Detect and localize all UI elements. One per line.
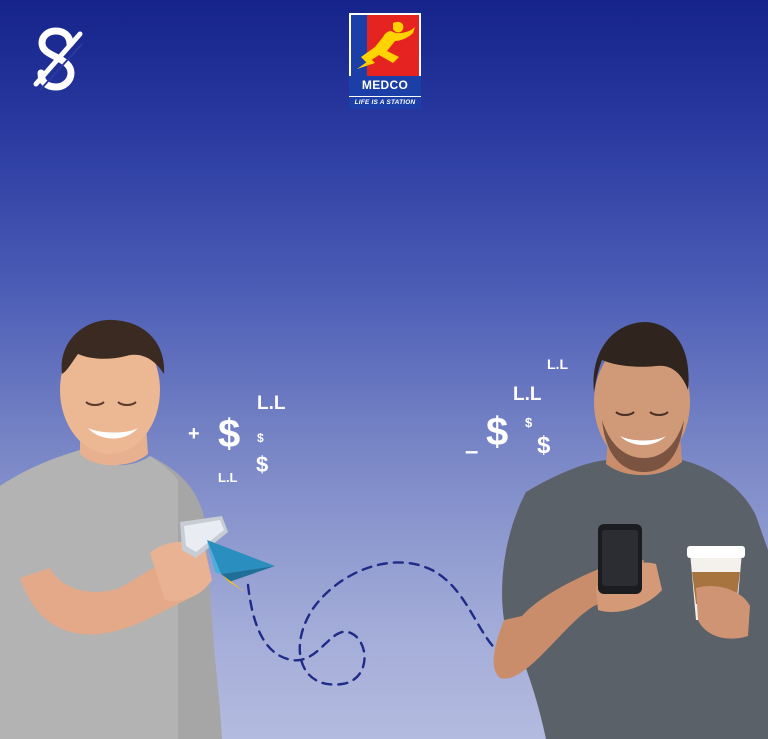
left-person xyxy=(0,318,240,739)
dollar-sign-small: $ xyxy=(257,431,264,445)
minus-sign: – xyxy=(465,438,479,465)
paper-plane-icon xyxy=(205,538,277,594)
dollar-sign-small-right: $ xyxy=(525,415,533,430)
promo-canvas: MEDCO LIFE IS A STATION + $ $ $ L.L L.L … xyxy=(0,0,768,739)
dollar-sign-medium-right: $ xyxy=(537,432,551,459)
ll-label-top-right: L.L xyxy=(547,356,568,372)
dollar-sign-large: $ xyxy=(218,412,241,456)
ll-label-top: L.L xyxy=(257,393,286,414)
ll-label-bottom: L.L xyxy=(218,470,238,485)
plus-sign: + xyxy=(188,423,200,445)
dollar-sign-large-right: $ xyxy=(486,410,509,454)
ll-label-middle-right: L.L xyxy=(513,384,542,405)
dollar-sign-medium: $ xyxy=(256,452,269,477)
right-person xyxy=(486,320,768,739)
